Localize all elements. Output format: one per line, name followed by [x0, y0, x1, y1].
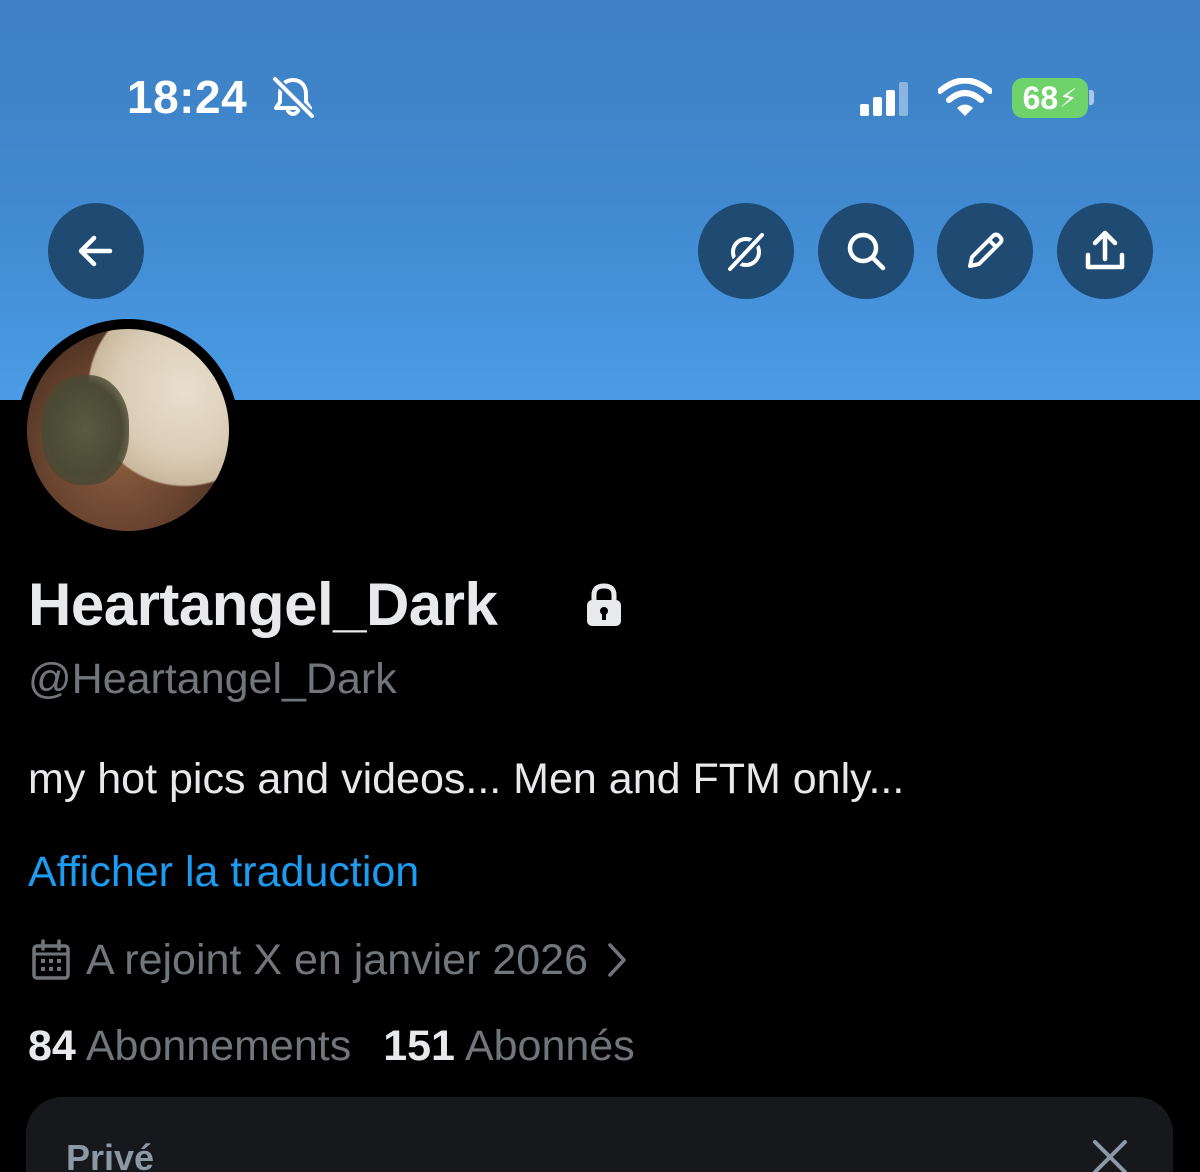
avatar-ring: [17, 319, 239, 541]
private-account-card: Privé: [26, 1097, 1173, 1172]
avatar[interactable]: [27, 329, 229, 531]
status-time: 18:24: [127, 71, 248, 123]
bell-off-icon: [272, 76, 315, 118]
battery-indicator: 68 ⚡: [1012, 78, 1088, 118]
private-card-title: Privé: [66, 1137, 155, 1172]
battery-tip: [1089, 90, 1094, 105]
joined-date-text: A rejoint X en janvier 2026: [86, 935, 588, 984]
pencil-icon: [968, 232, 1004, 268]
edit-button[interactable]: [937, 203, 1033, 299]
calendar-icon: [32, 939, 70, 980]
chevron-right-icon: [608, 943, 626, 977]
back-button[interactable]: [48, 203, 144, 299]
grok-icon: [726, 231, 766, 273]
followers-count: 151: [383, 1022, 455, 1070]
joined-date-row[interactable]: A rejoint X en janvier 2026: [30, 935, 632, 985]
following-count: 84: [28, 1022, 76, 1070]
profile-bio: my hot pics and videos... Men and FTM on…: [28, 755, 905, 803]
followers-label: Abonnés: [464, 1022, 635, 1070]
share-button[interactable]: [1057, 203, 1153, 299]
arrow-left-icon: [78, 235, 113, 267]
charging-bolt-icon: ⚡: [1059, 82, 1078, 113]
lock-icon: [587, 583, 621, 626]
grok-button[interactable]: [698, 203, 794, 299]
search-button[interactable]: [818, 203, 914, 299]
avatar-photo-detail: [41, 375, 129, 485]
following-link[interactable]: 84 Abonnements: [28, 1022, 351, 1071]
profile-handle: @Heartangel_Dark: [28, 655, 397, 703]
share-icon: [1085, 230, 1125, 270]
battery-level: 68: [1022, 79, 1059, 116]
wifi-icon: [938, 78, 992, 116]
display-name: Heartangel_Dark: [28, 571, 498, 638]
followers-link[interactable]: 151 Abonnés: [383, 1022, 635, 1071]
following-label: Abonnements: [85, 1022, 352, 1070]
cellular-signal-icon: [860, 82, 908, 116]
search-icon: [847, 232, 886, 271]
follow-stats: 84 Abonnements 151 Abonnés: [28, 1022, 635, 1071]
close-icon[interactable]: [1090, 1137, 1130, 1172]
show-translation-link[interactable]: Afficher la traduction: [28, 848, 419, 897]
